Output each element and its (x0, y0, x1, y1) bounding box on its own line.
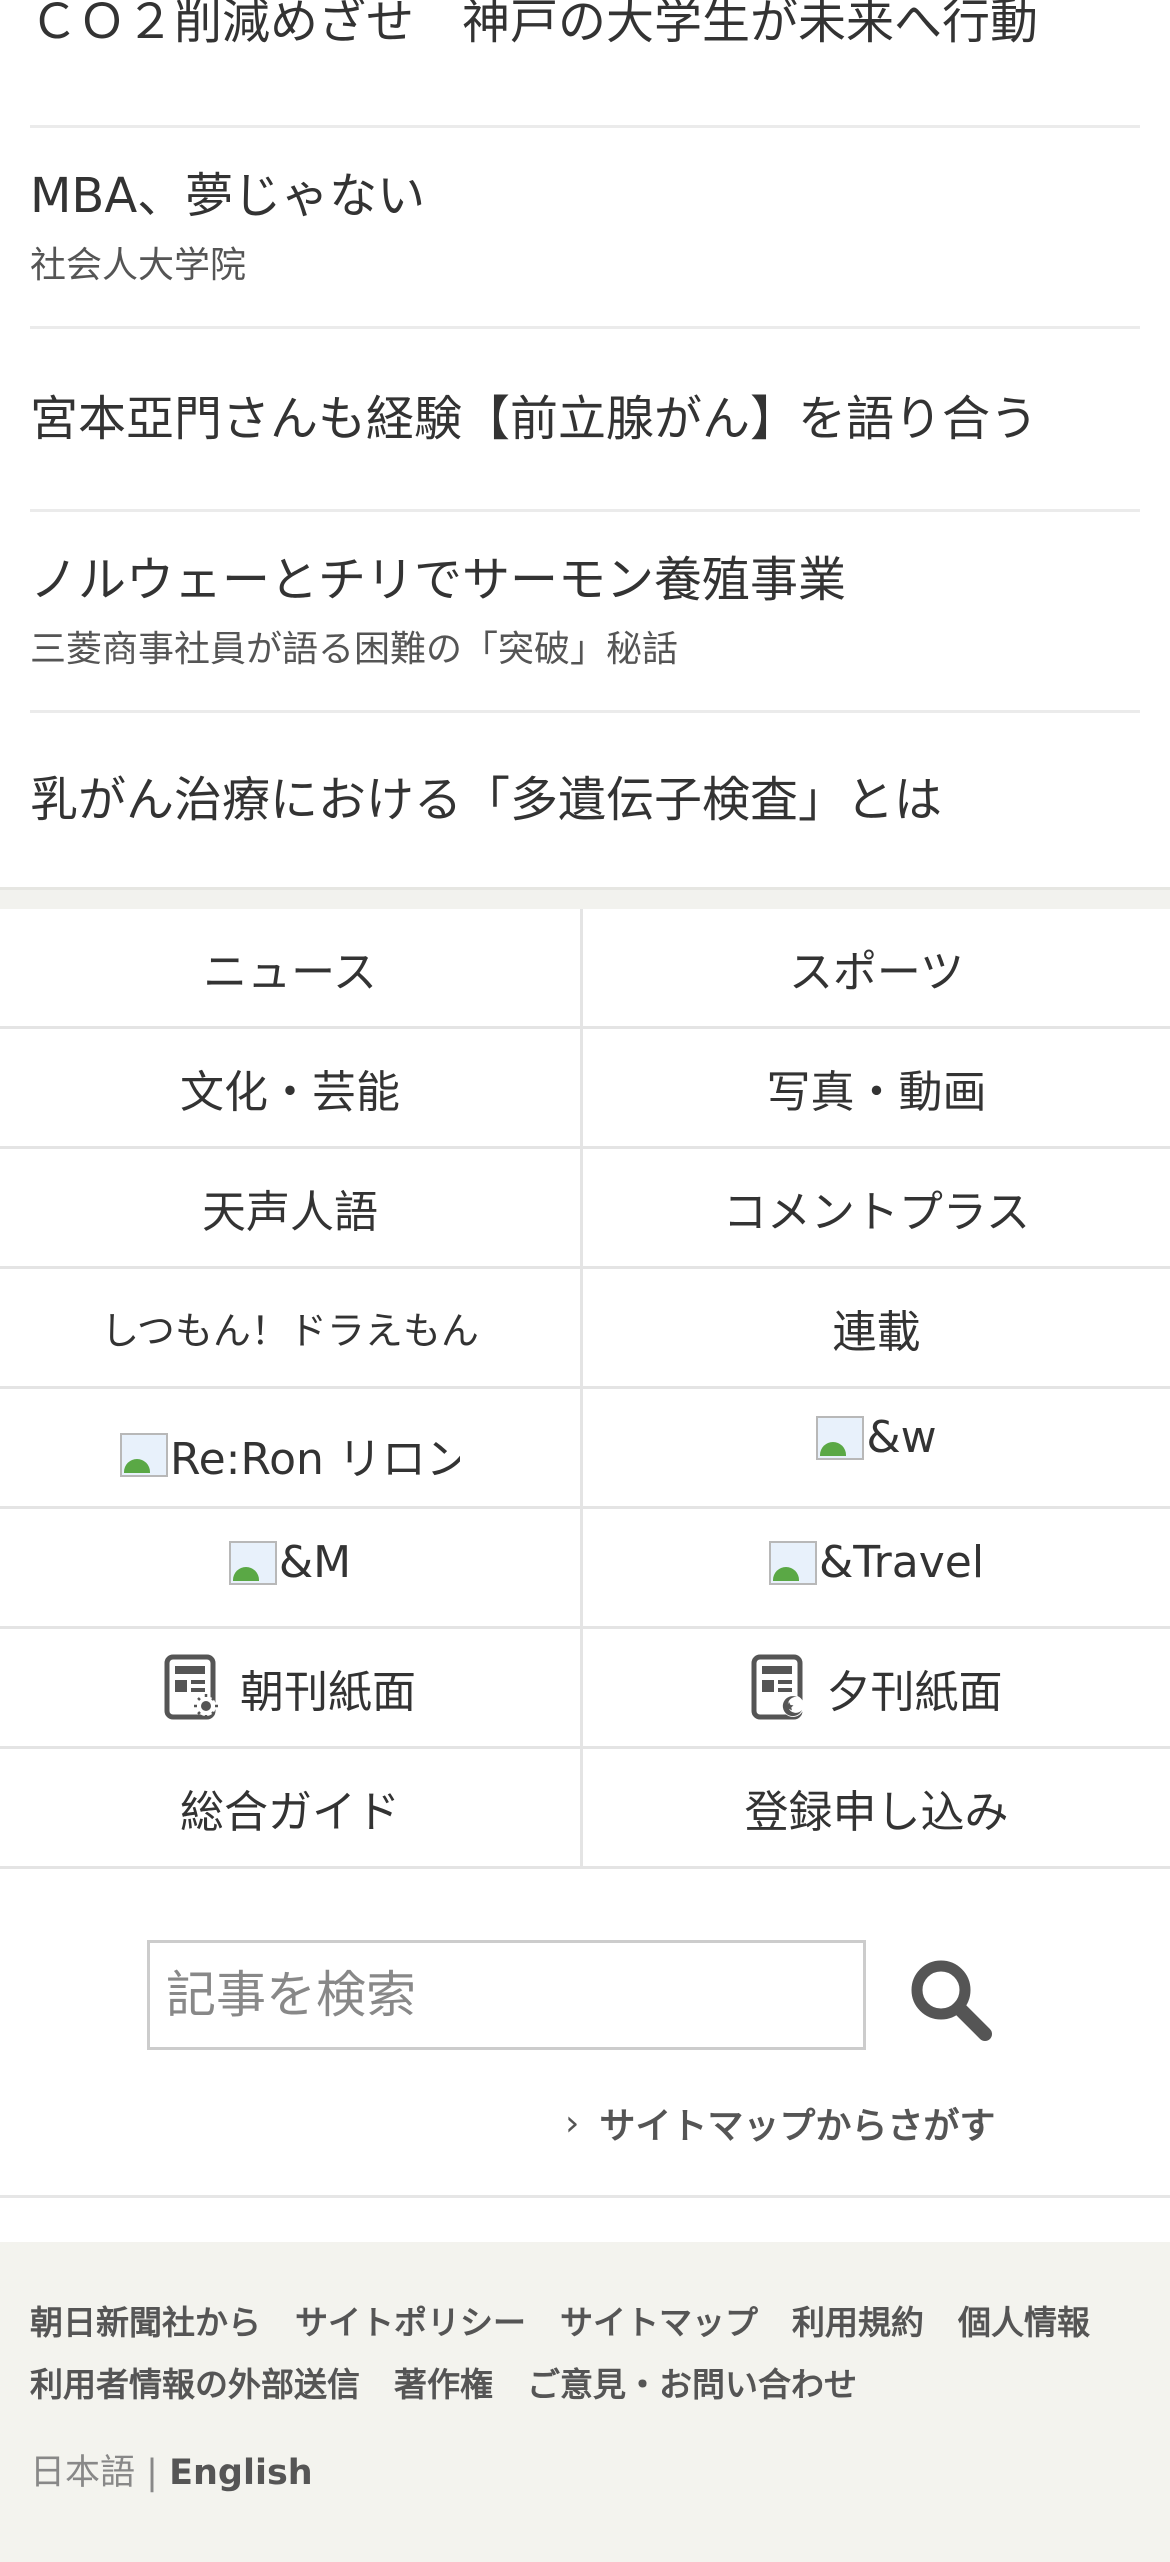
article-item[interactable]: 宮本亞門さんも経験【前立腺がん】を語り合う (30, 329, 1140, 512)
section-divider (0, 887, 1170, 909)
lang-separator: | (146, 2453, 158, 2493)
article-title[interactable]: 乳がん治療における「多遺伝子検査」とは (30, 770, 1140, 830)
menu-label: 朝刊紙面 (240, 1666, 416, 1718)
lang-japanese[interactable]: 日本語 (30, 2453, 135, 2493)
menu-andm[interactable]: &M (0, 1509, 583, 1629)
search-input[interactable] (147, 1940, 866, 2050)
menu-register[interactable]: 登録申し込み (583, 1749, 1170, 1869)
broken-image-icon (228, 1540, 277, 1585)
footer-link[interactable]: 利用規約 (792, 2303, 924, 2342)
article-subtitle: 社会人大学院 (30, 245, 247, 286)
article-title[interactable]: ＣＯ２削減めざせ 神戸の大学生が未来へ行動 (30, 0, 1140, 52)
newspaper-moon-icon (751, 1654, 804, 1719)
menu-label: 総合ガイド (180, 1786, 400, 1838)
search-section: › サイトマップからさがす (0, 1869, 1170, 2198)
menu-doraemon[interactable]: しつもん！ドラえもん (0, 1269, 583, 1389)
menu-news[interactable]: ニュース (0, 909, 583, 1029)
menu-label: 文化・芸能 (180, 1066, 400, 1118)
footer-link[interactable]: 朝日新聞社から (30, 2303, 261, 2342)
sitemap-link-label: サイトマップからさがす (599, 2106, 996, 2147)
broken-image-icon (816, 1415, 865, 1460)
menu-morning-paper[interactable]: 朝刊紙面 (0, 1629, 583, 1749)
menu-sports[interactable]: スポーツ (583, 909, 1170, 1029)
menu-label: 登録申し込み (744, 1786, 1009, 1838)
menu-guide[interactable]: 総合ガイド (0, 1749, 583, 1869)
article-item[interactable]: ノルウェーとチリでサーモン養殖事業 三菱商事社員が語る困難の「突破」秘話 (30, 512, 1140, 713)
menu-label: 連載 (832, 1306, 921, 1358)
sitemap-link[interactable]: › サイトマップからさがす (565, 2097, 995, 2149)
menu-photo-video[interactable]: 写真・動画 (583, 1029, 1170, 1149)
article-title[interactable]: ノルウェーとチリでサーモン養殖事業 (30, 550, 1140, 610)
menu-label: Re:Ron リロン (170, 1433, 460, 1485)
article-subtitle: 三菱商事社員が語る困難の「突破」秘話 (30, 629, 679, 670)
menu-label: ニュース (203, 946, 377, 998)
footer: 朝日新聞社から サイトポリシー サイトマップ 利用規約 個人情報 利用者情報の外部送信著… (0, 2242, 1170, 2562)
category-menu: ニュース スポーツ 文化・芸能 写真・動画 天声人語 コメントプラス しつもん！… (0, 909, 1170, 1869)
menu-label: しつもん！ドラえもん (101, 1309, 479, 1353)
article-item[interactable]: MBA、夢じゃない 社会人大学院 (30, 128, 1140, 329)
broken-image-icon (768, 1540, 817, 1585)
article-item[interactable]: ＣＯ２削減めざせ 神戸の大学生が未来へ行動 (30, 0, 1140, 128)
footer-link[interactable]: 個人情報 (958, 2303, 1090, 2342)
menu-andtravel[interactable]: &Travel (583, 1509, 1170, 1629)
menu-label: 天声人語 (202, 1186, 378, 1238)
article-item[interactable]: 乳がん治療における「多遺伝子検査」とは (30, 713, 1140, 887)
menu-evening-paper[interactable]: 夕刊紙面 (583, 1629, 1170, 1749)
article-list: ＣＯ２削減めざせ 神戸の大学生が未来へ行動 MBA、夢じゃない 社会人大学院 宮… (0, 0, 1170, 887)
footer-link[interactable]: サイトポリシー (295, 2303, 526, 2342)
article-title[interactable]: MBA、夢じゃない (30, 166, 1140, 226)
menu-label: &M (278, 1537, 352, 1588)
chevron-right-icon: › (565, 2102, 580, 2144)
menu-label: &Travel (818, 1537, 985, 1588)
broken-image-icon (120, 1432, 168, 1477)
newspaper-sun-icon (164, 1654, 218, 1719)
footer-link[interactable]: 著作権 (394, 2365, 493, 2404)
footer-link[interactable]: サイトマップ (560, 2303, 758, 2342)
footer-link[interactable]: 利用者情報の外部送信 (30, 2365, 360, 2404)
menu-tenseijingo[interactable]: 天声人語 (0, 1149, 583, 1269)
menu-label: スポーツ (788, 946, 965, 998)
footer-links: 朝日新聞社から サイトポリシー サイトマップ 利用規約 個人情報 利用者情報の外部送信著… (30, 2292, 1140, 2416)
search-icon[interactable] (905, 1954, 995, 2044)
menu-comment-plus[interactable]: コメントプラス (583, 1149, 1170, 1269)
menu-label: 写真・動画 (766, 1066, 987, 1118)
language-switcher: 日本語 | English (30, 2444, 1140, 2495)
menu-label: コメントプラス (722, 1186, 1031, 1238)
menu-culture[interactable]: 文化・芸能 (0, 1029, 583, 1149)
menu-reron[interactable]: Re:Ron リロン (0, 1389, 583, 1509)
footer-link[interactable]: ご意見・お問い合わせ (527, 2365, 857, 2404)
lang-english[interactable]: English (169, 2453, 313, 2493)
menu-label: 夕刊紙面 (826, 1666, 1003, 1718)
menu-series[interactable]: 連載 (583, 1269, 1170, 1389)
menu-label: &w (866, 1412, 937, 1463)
article-title[interactable]: 宮本亞門さんも経験【前立腺がん】を語り合う (30, 389, 1140, 449)
menu-andw[interactable]: &w (583, 1389, 1170, 1509)
